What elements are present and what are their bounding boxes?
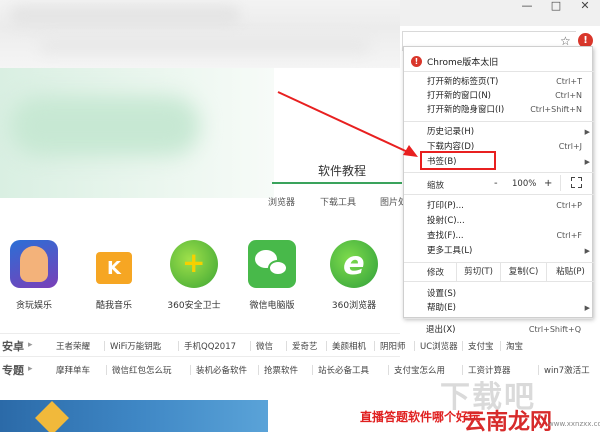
annotation-arrow xyxy=(277,91,418,157)
